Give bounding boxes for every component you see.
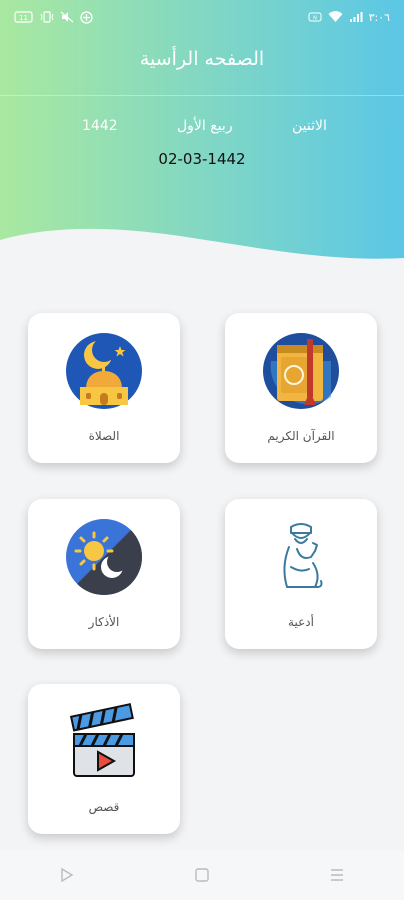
mosque-crescent-icon — [64, 331, 144, 411]
day-label: الاثنين — [292, 118, 327, 134]
header-background — [0, 0, 404, 259]
wifi-icon — [328, 11, 343, 23]
hijri-date: 02-03-1442 — [158, 150, 246, 168]
card-stories[interactable]: قصص — [28, 684, 180, 834]
svg-text:N: N — [313, 16, 317, 22]
page-title: الصفحه الرأسية — [139, 48, 265, 70]
back-triangle-icon — [61, 867, 74, 883]
card-duas[interactable]: أدعية — [225, 499, 377, 649]
clapperboard-icon — [64, 702, 144, 782]
card-stories-label: قصص — [88, 800, 120, 814]
year-label: 1442 — [82, 118, 118, 134]
card-quran[interactable]: القرآن الكريم — [225, 313, 377, 463]
card-quran-label: القرآن الكريم — [267, 429, 335, 443]
vibrate-icon — [40, 11, 54, 23]
home-square-icon — [195, 868, 209, 882]
month-label: ربيع الأول — [177, 118, 233, 134]
data-saver-icon — [80, 10, 93, 24]
card-azkar-label: الأذكار — [88, 615, 120, 629]
menu-lines-icon — [330, 869, 343, 881]
day-night-icon — [64, 517, 144, 597]
status-right-icons: N ٣:٠٦ — [308, 11, 390, 24]
status-bar: 11 N ٣:٠٦ — [0, 0, 404, 34]
title-divider — [0, 95, 404, 96]
quran-book-icon — [261, 331, 341, 411]
battery-saver-icon: 11 — [14, 11, 34, 23]
status-left-icons: 11 — [14, 10, 93, 24]
praying-man-icon — [261, 517, 341, 597]
card-prayer[interactable]: الصلاة — [28, 313, 180, 463]
nav-home-button[interactable] — [182, 855, 222, 895]
system-nav-bar — [0, 850, 404, 900]
nav-menu-button[interactable] — [317, 855, 357, 895]
nav-back-button[interactable] — [47, 855, 87, 895]
card-azkar[interactable]: الأذكار — [28, 499, 180, 649]
mute-icon — [60, 11, 74, 23]
status-time: ٣:٠٦ — [368, 10, 390, 24]
card-duas-label: أدعية — [288, 615, 314, 629]
battery-level: 11 — [19, 14, 28, 22]
nfc-icon: N — [308, 12, 322, 22]
signal-icon — [349, 11, 363, 23]
card-prayer-label: الصلاة — [88, 429, 120, 443]
